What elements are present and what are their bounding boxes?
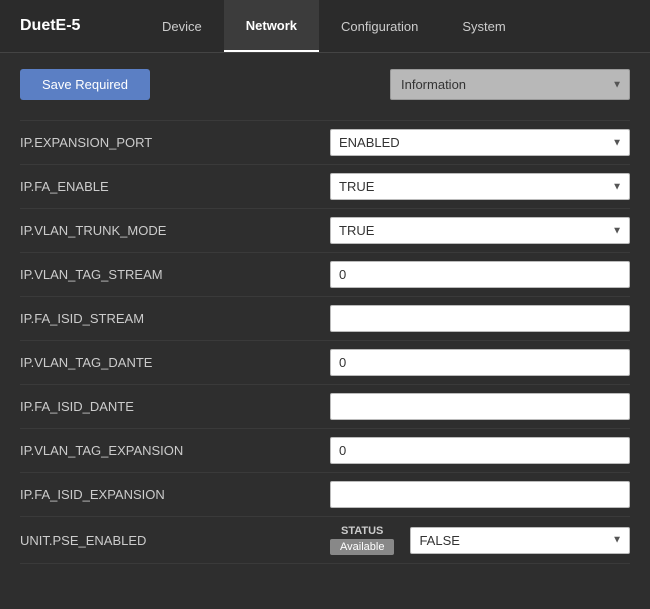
- fa-isid-expansion-input[interactable]: [330, 481, 630, 508]
- vlan-tag-stream-control: [330, 261, 630, 288]
- fa-enable-select[interactable]: TRUE FALSE: [330, 173, 630, 200]
- table-row: IP.VLAN_TRUNK_MODE TRUE FALSE: [20, 209, 630, 253]
- vlan-tag-expansion-input[interactable]: [330, 437, 630, 464]
- vlan-tag-dante-control: [330, 349, 630, 376]
- tab-configuration[interactable]: Configuration: [319, 0, 440, 52]
- table-row: IP.FA_ENABLE TRUE FALSE: [20, 165, 630, 209]
- toolbar-row: Save Required Information: [20, 69, 630, 100]
- fa-enable-select-wrapper: TRUE FALSE: [330, 173, 630, 200]
- vlan-tag-dante-label: IP.VLAN_TAG_DANTE: [20, 355, 330, 370]
- vlan-tag-stream-input[interactable]: [330, 261, 630, 288]
- expansion-port-select-wrapper: ENABLED DISABLED: [330, 129, 630, 156]
- pse-enabled-control: STATUS Available FALSE TRUE: [330, 525, 630, 555]
- information-select[interactable]: Information: [390, 69, 630, 100]
- app-logo: DuetE-5: [0, 0, 140, 52]
- vlan-trunk-mode-select-wrapper: TRUE FALSE: [330, 217, 630, 244]
- vlan-tag-expansion-label: IP.VLAN_TAG_EXPANSION: [20, 443, 330, 458]
- tab-system[interactable]: System: [440, 0, 527, 52]
- expansion-port-label: IP.EXPANSION_PORT: [20, 135, 330, 150]
- pse-enabled-select-wrapper: FALSE TRUE: [410, 527, 630, 554]
- vlan-tag-dante-input[interactable]: [330, 349, 630, 376]
- status-badge-wrap: STATUS Available: [330, 525, 394, 555]
- vlan-trunk-mode-label: IP.VLAN_TRUNK_MODE: [20, 223, 330, 238]
- table-row: UNIT.PSE_ENABLED STATUS Available FALSE …: [20, 517, 630, 564]
- table-row: IP.EXPANSION_PORT ENABLED DISABLED: [20, 120, 630, 165]
- vlan-tag-expansion-control: [330, 437, 630, 464]
- info-select-wrapper: Information: [390, 69, 630, 100]
- fa-isid-expansion-control: [330, 481, 630, 508]
- tab-network[interactable]: Network: [224, 0, 319, 52]
- fa-isid-dante-input[interactable]: [330, 393, 630, 420]
- content-area: Save Required Information IP.EXPANSION_P…: [0, 53, 650, 609]
- save-required-button[interactable]: Save Required: [20, 69, 150, 100]
- app-title: DuetE-5: [20, 17, 80, 35]
- nav-bar: DuetE-5 Device Network Configuration Sys…: [0, 0, 650, 53]
- fa-isid-dante-label: IP.FA_ISID_DANTE: [20, 399, 330, 414]
- table-row: IP.FA_ISID_EXPANSION: [20, 473, 630, 517]
- table-row: IP.VLAN_TAG_EXPANSION: [20, 429, 630, 473]
- status-badge: Available: [330, 539, 394, 555]
- vlan-trunk-mode-select[interactable]: TRUE FALSE: [330, 217, 630, 244]
- pse-enabled-select[interactable]: FALSE TRUE: [410, 527, 630, 554]
- pse-enabled-label: UNIT.PSE_ENABLED: [20, 533, 330, 548]
- fa-isid-stream-control: [330, 305, 630, 332]
- fa-isid-stream-input[interactable]: [330, 305, 630, 332]
- tab-device[interactable]: Device: [140, 0, 224, 52]
- table-row: IP.FA_ISID_STREAM: [20, 297, 630, 341]
- fa-isid-dante-control: [330, 393, 630, 420]
- fa-isid-expansion-label: IP.FA_ISID_EXPANSION: [20, 487, 330, 502]
- fa-isid-stream-label: IP.FA_ISID_STREAM: [20, 311, 330, 326]
- table-row: IP.VLAN_TAG_DANTE: [20, 341, 630, 385]
- table-row: IP.FA_ISID_DANTE: [20, 385, 630, 429]
- expansion-port-select[interactable]: ENABLED DISABLED: [330, 129, 630, 156]
- vlan-tag-stream-label: IP.VLAN_TAG_STREAM: [20, 267, 330, 282]
- vlan-trunk-mode-control: TRUE FALSE: [330, 217, 630, 244]
- fa-enable-control: TRUE FALSE: [330, 173, 630, 200]
- status-label: STATUS: [341, 525, 383, 537]
- nav-tabs: Device Network Configuration System: [140, 0, 528, 52]
- network-form: IP.EXPANSION_PORT ENABLED DISABLED IP.FA…: [20, 120, 630, 564]
- table-row: IP.VLAN_TAG_STREAM: [20, 253, 630, 297]
- fa-enable-label: IP.FA_ENABLE: [20, 179, 330, 194]
- expansion-port-control: ENABLED DISABLED: [330, 129, 630, 156]
